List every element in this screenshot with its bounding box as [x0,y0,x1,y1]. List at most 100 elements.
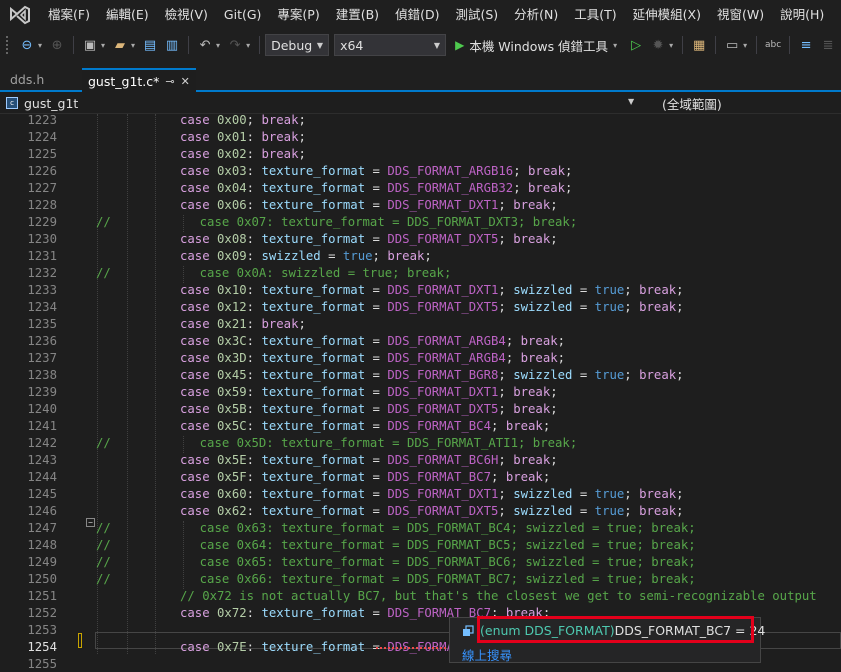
code-text: case 0x5C: texture_format = DDS_FORMAT_B… [180,418,550,435]
menu-item[interactable]: 工具(T) [566,0,624,30]
code-token: break [513,453,551,467]
code-line: 1226 case 0x03: texture_format = DDS_FORM… [0,163,841,180]
code-token: texture_format [261,504,366,518]
code-token: 0x08 [217,232,247,246]
member-dropdown[interactable]: (全域範圍) [662,94,722,113]
code-token: case [180,232,218,246]
pin-icon[interactable]: ⊸ [165,75,174,88]
spell-check-icon[interactable]: abc [763,35,783,55]
scope-value: gust_g1t [24,95,79,111]
new-project-icon[interactable]: ▣ [80,35,100,55]
code-token: break [513,232,551,246]
code-token: ; [513,181,529,195]
line-number: 1231 [27,249,57,263]
code-editor[interactable]: − 1223 case 0x00; break; 1224 case 0x01: br… [0,114,841,672]
scope-dropdown[interactable]: c gust_g1t [6,94,642,112]
hot-reload-dropdown-icon[interactable]: ▾ [669,41,673,50]
code-token: = [572,300,595,314]
code-token: : [246,249,262,263]
toolbar-grip[interactable] [6,36,10,54]
code-token: ; [491,419,506,433]
start-debugging-button[interactable]: ▶ 本機 Windows 偵錯工具 ▾ [455,36,621,55]
hot-reload-icon[interactable]: ✹ [648,35,668,55]
code-token: DDS_FORMAT_BC4 [387,419,491,433]
menu-item[interactable]: 說明(H) [772,0,832,30]
new-project-dropdown-icon[interactable]: ▾ [101,41,105,50]
code-line: 1245 case 0x60: texture_format = DDS_FORM… [0,486,841,503]
toolbar-separator [73,36,75,54]
save-all-icon[interactable]: ▥ [162,35,182,55]
code-line: 1237 case 0x3D: texture_format = DDS_FORM… [0,350,841,367]
menu-item[interactable]: 偵錯(D) [387,0,447,30]
menu-bar: 檔案(F) 編輯(E) 檢視(V) Git(G) 專案(P) 建置(B) 偵錯(D) 測試(S… [0,0,841,30]
code-token: swizzled [513,504,573,518]
code-text: case 0x00; break; [180,114,306,129]
code-token: break [639,300,677,314]
code-line: 1231 case 0x09: swizzled = true; break; [0,248,841,265]
code-token: case [180,164,218,178]
menu-item[interactable]: 延伸模組(X) [625,0,709,30]
play-icon: ▶ [455,38,465,52]
code-token: break [261,147,299,161]
code-token: ; [498,487,514,501]
visual-studio-logo-icon[interactable] [0,0,40,30]
save-icon[interactable]: ▤ [140,35,160,55]
code-token: case [180,249,218,263]
line-number: 1245 [27,487,57,501]
menu-item[interactable]: 視窗(W) [709,0,772,30]
menu-item[interactable]: 測試(S) [447,0,506,30]
window-layout-icon[interactable]: ▭ [722,35,742,55]
menu-item[interactable]: 編輯(E) [98,0,157,30]
tab-gust-g1t-c[interactable]: gust_g1t.c* ⊸ ✕ [82,68,196,92]
code-token: break [261,114,299,127]
tab-dds-h[interactable]: dds.h [4,68,50,90]
undo-dropdown-icon[interactable]: ▾ [216,41,220,50]
code-line: 1242 // case 0x5D: texture_format = DDS_F… [0,435,841,452]
line-number: 1253 [27,623,57,637]
configuration-value: Debug [271,37,313,53]
code-token: case [180,419,218,433]
search-online-link[interactable]: 線上搜尋 [462,645,512,664]
code-token: texture_format [261,606,366,620]
code-token: ; [498,402,514,416]
code-token: 0x60 [217,487,247,501]
code-text: // case 0x66: texture_format = DDS_FORMA… [96,571,696,588]
comment-lines-icon[interactable]: ≡ [796,35,816,55]
line-number: 1236 [27,334,57,348]
open-file-icon[interactable]: ▰ [110,35,130,55]
window-layout-dropdown-icon[interactable]: ▾ [743,41,747,50]
code-token: break [513,385,551,399]
menu-item[interactable]: 檢視(V) [157,0,216,30]
code-token: texture_format [261,385,366,399]
chevron-down-icon[interactable]: ▼ [628,97,634,106]
menu-item[interactable]: 專案(P) [269,0,327,30]
solution-explorer-icon[interactable]: ▦ [689,35,709,55]
start-without-debugging-icon[interactable]: ▷ [626,35,646,55]
solution-platform-select[interactable]: x64 ▼ [334,34,447,56]
menu-item[interactable]: 分析(N) [506,0,566,30]
error-squiggle [376,647,446,649]
code-token: true [594,487,625,501]
navigate-back-icon[interactable]: ⊖ [17,35,37,55]
close-icon[interactable]: ✕ [181,75,190,88]
navigate-forward-icon[interactable]: ⊕ [47,35,67,55]
code-token: : [246,130,262,144]
code-token: : [246,300,262,314]
back-dropdown-icon[interactable]: ▾ [38,41,42,50]
uncomment-lines-icon[interactable]: ≣ [818,35,838,55]
redo-dropdown-icon[interactable]: ▾ [246,41,250,50]
code-token: = [365,504,388,518]
menu-item[interactable]: 檔案(F) [40,0,98,30]
undo-icon[interactable]: ↶ [195,35,215,55]
redo-icon[interactable]: ↷ [225,35,245,55]
solution-configuration-select[interactable]: Debug ▼ [265,34,330,56]
menu-item[interactable]: Git(G) [216,0,270,30]
code-line: 1239 case 0x59: texture_format = DDS_FORM… [0,384,841,401]
code-token: ; [624,300,640,314]
code-token: : [246,640,262,654]
code-token: swizzled [513,368,573,382]
menu-item[interactable]: 建置(B) [328,0,387,30]
open-file-dropdown-icon[interactable]: ▾ [131,41,135,50]
code-token: ; [513,164,529,178]
code-token: ; [550,198,558,212]
